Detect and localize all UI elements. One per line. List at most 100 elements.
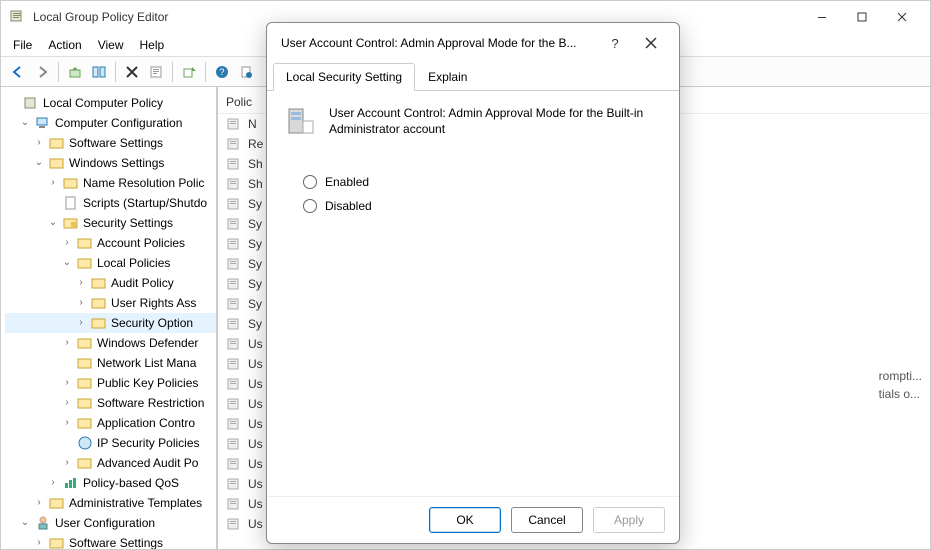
folder-icon [49, 495, 65, 511]
chevron-down-icon[interactable]: ⌄ [19, 114, 31, 132]
policy-row-label: Sy [248, 235, 262, 253]
chevron-right-icon[interactable]: › [47, 174, 59, 192]
tree-label: Name Resolution Polic [83, 174, 204, 192]
policy-icon [23, 95, 39, 111]
cell-text: tials o... [879, 385, 922, 403]
dialog-close-button[interactable] [637, 29, 665, 57]
tree-public-key[interactable]: › Public Key Policies [5, 373, 216, 393]
chevron-right-icon[interactable]: › [61, 414, 73, 432]
policy-server-icon [285, 105, 317, 137]
back-button[interactable] [7, 61, 29, 83]
filter-button[interactable] [235, 61, 257, 83]
tree-computer-configuration[interactable]: ⌄ Computer Configuration [5, 113, 216, 133]
tree-audit-policy[interactable]: › Audit Policy [5, 273, 216, 293]
minimize-button[interactable] [802, 3, 842, 31]
tab-explain[interactable]: Explain [415, 63, 480, 91]
tab-local-security-setting[interactable]: Local Security Setting [273, 63, 415, 91]
apply-button[interactable]: Apply [593, 507, 665, 533]
tree-ip-security[interactable]: IP Security Policies [5, 433, 216, 453]
radio-enabled[interactable]: Enabled [303, 175, 661, 189]
tree-user-configuration[interactable]: ⌄ User Configuration [5, 513, 216, 533]
folder-icon [49, 155, 65, 171]
delete-button[interactable] [121, 61, 143, 83]
tree-user-rights[interactable]: › User Rights Ass [5, 293, 216, 313]
policy-item-icon [226, 436, 242, 452]
chevron-down-icon[interactable]: ⌄ [47, 214, 59, 232]
forward-button[interactable] [31, 61, 53, 83]
policy-item-icon [226, 136, 242, 152]
chevron-right-icon[interactable]: › [75, 294, 87, 312]
chevron-down-icon[interactable]: ⌄ [61, 254, 73, 272]
tree-network-list[interactable]: Network List Mana [5, 353, 216, 373]
policy-row-label: N [248, 115, 257, 133]
chevron-down-icon[interactable]: ⌄ [19, 514, 31, 532]
policy-item-icon [226, 236, 242, 252]
tree-security-settings[interactable]: ⌄ Security Settings [5, 213, 216, 233]
chevron-right-icon[interactable]: › [61, 374, 73, 392]
tree-pane[interactable]: Local Computer Policy ⌄ Computer Configu… [1, 87, 217, 549]
tree-scripts[interactable]: Scripts (Startup/Shutdo [5, 193, 216, 213]
cancel-button[interactable]: Cancel [511, 507, 583, 533]
tree-admin-templates[interactable]: › Administrative Templates [5, 493, 216, 513]
tree-label: Public Key Policies [97, 374, 198, 392]
tree-windows-defender[interactable]: › Windows Defender [5, 333, 216, 353]
scroll-icon [63, 195, 79, 211]
properties-button[interactable] [145, 61, 167, 83]
tree-label: User Configuration [55, 514, 155, 532]
properties-dialog: User Account Control: Admin Approval Mod… [266, 22, 680, 544]
tree-windows-settings[interactable]: ⌄ Windows Settings [5, 153, 216, 173]
tree-local-policies[interactable]: ⌄ Local Policies [5, 253, 216, 273]
policy-item-icon [226, 256, 242, 272]
policy-row-label: Sh [248, 155, 263, 173]
folder-icon [63, 175, 79, 191]
ok-button[interactable]: OK [429, 507, 501, 533]
cell-text: rompti... [879, 367, 922, 385]
chevron-right-icon[interactable]: › [75, 274, 87, 292]
up-button[interactable] [64, 61, 86, 83]
radio-icon [303, 199, 317, 213]
export-button[interactable] [178, 61, 200, 83]
chevron-right-icon[interactable]: › [61, 394, 73, 412]
policy-row-label: Sh [248, 175, 263, 193]
radio-disabled[interactable]: Disabled [303, 199, 661, 213]
tree-qos[interactable]: › Policy-based QoS [5, 473, 216, 493]
tree-user-software-settings[interactable]: › Software Settings [5, 533, 216, 549]
menu-help[interactable]: Help [140, 38, 165, 52]
help-button[interactable]: ? [211, 61, 233, 83]
toolbar-separator [58, 62, 59, 82]
tree-advanced-audit[interactable]: › Advanced Audit Po [5, 453, 216, 473]
chevron-right-icon[interactable]: › [61, 234, 73, 252]
toolbar-separator [115, 62, 116, 82]
policy-row-label: Us [248, 395, 263, 413]
tree-root[interactable]: Local Computer Policy [5, 93, 216, 113]
tree-security-options[interactable]: › Security Option [5, 313, 216, 333]
chevron-right-icon[interactable]: › [33, 534, 45, 549]
policy-row-label: Re [248, 135, 263, 153]
chevron-right-icon[interactable]: › [47, 474, 59, 492]
chevron-down-icon[interactable]: ⌄ [33, 154, 45, 172]
tree-name-resolution[interactable]: › Name Resolution Polic [5, 173, 216, 193]
menu-action[interactable]: Action [48, 38, 81, 52]
tree-label: IP Security Policies [97, 434, 200, 452]
chevron-right-icon[interactable]: › [33, 134, 45, 152]
menu-view[interactable]: View [98, 38, 124, 52]
menu-file[interactable]: File [13, 38, 32, 52]
dialog-help-button[interactable]: ? [601, 29, 629, 57]
tree-label: Advanced Audit Po [97, 454, 198, 472]
tree-software-settings[interactable]: › Software Settings [5, 133, 216, 153]
tree-label: Security Option [111, 314, 193, 332]
tree-label: Software Settings [69, 534, 163, 549]
close-button[interactable] [882, 3, 922, 31]
policy-item-icon [226, 296, 242, 312]
tree-application-control[interactable]: › Application Contro [5, 413, 216, 433]
chevron-right-icon[interactable]: › [75, 314, 87, 332]
chevron-right-icon[interactable]: › [61, 454, 73, 472]
show-hide-tree-button[interactable] [88, 61, 110, 83]
chevron-right-icon[interactable]: › [61, 334, 73, 352]
tree-software-restriction[interactable]: › Software Restriction [5, 393, 216, 413]
maximize-button[interactable] [842, 3, 882, 31]
chevron-right-icon[interactable]: › [33, 494, 45, 512]
tree-label: Policy-based QoS [83, 474, 179, 492]
tree-account-policies[interactable]: › Account Policies [5, 233, 216, 253]
policy-name: User Account Control: Admin Approval Mod… [329, 105, 661, 137]
